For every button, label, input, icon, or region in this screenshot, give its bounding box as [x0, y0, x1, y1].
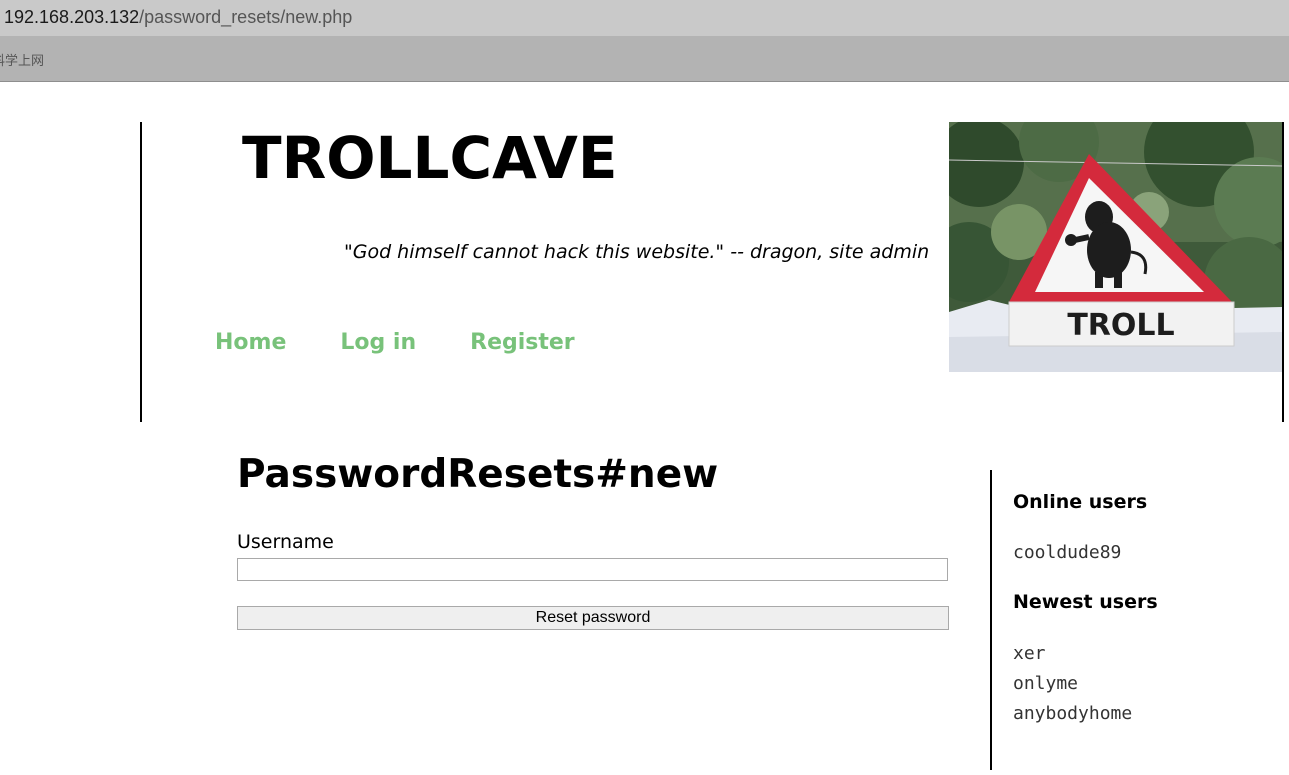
newest-user-item[interactable]: anybodyhome — [1013, 703, 1132, 724]
sidebar-border — [990, 470, 992, 770]
page-heading: PasswordResets#new — [237, 452, 719, 497]
newest-user-item[interactable]: xer — [1013, 643, 1046, 664]
newest-users-heading: Newest users — [1013, 591, 1158, 613]
header-border-left — [140, 122, 142, 422]
username-input[interactable] — [237, 558, 948, 581]
address-path: /password_resets/new.php — [139, 7, 353, 27]
address-url[interactable]: 192.168.203.132/password_resets/new.php — [4, 7, 352, 28]
nav-login-link[interactable]: Log in — [340, 330, 416, 355]
header-border-right — [1282, 122, 1284, 422]
site-title: TROLLCAVE — [242, 124, 618, 192]
main-nav: Home Log in Register — [215, 330, 575, 355]
bookmark-item[interactable]: 科学上网 — [0, 50, 44, 69]
address-bar[interactable]: 192.168.203.132/password_resets/new.php — [0, 0, 1289, 36]
reset-password-button[interactable]: Reset password — [237, 606, 949, 630]
online-users-heading: Online users — [1013, 491, 1148, 513]
site-tagline: "God himself cannot hack this website." … — [344, 241, 930, 263]
username-label: Username — [237, 531, 334, 553]
sign-text: TROLL — [1067, 308, 1174, 343]
troll-sign-image: TROLL — [949, 122, 1282, 372]
online-user-item[interactable]: cooldude89 — [1013, 542, 1121, 563]
nav-register-link[interactable]: Register — [470, 330, 575, 355]
newest-user-item[interactable]: onlyme — [1013, 673, 1078, 694]
nav-home-link[interactable]: Home — [215, 330, 286, 355]
bookmarks-bar: 科学上网 — [0, 36, 1289, 82]
address-host: 192.168.203.132 — [4, 7, 140, 27]
